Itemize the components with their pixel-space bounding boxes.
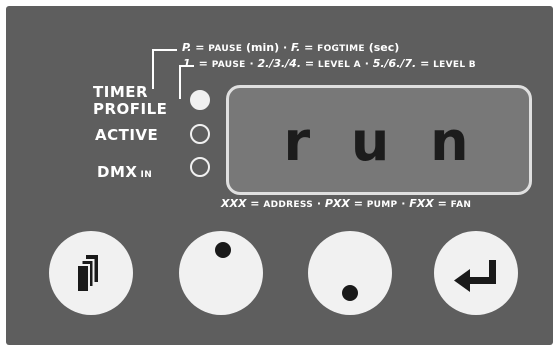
segment-display: r u n (226, 85, 532, 195)
knob-down-button[interactable] (179, 231, 263, 315)
dmx-in-led (190, 157, 210, 177)
display-readout: r u n (283, 110, 475, 173)
timer-label: TIMER (93, 83, 149, 101)
dmx-label: DMX IN (97, 163, 153, 181)
menu-button[interactable] (49, 231, 133, 315)
profile-led (190, 90, 210, 110)
knob-dot-lower-right-icon (342, 285, 358, 301)
enter-button[interactable] (434, 231, 518, 315)
stacked-pages-icon (76, 255, 98, 293)
legend-bracket-mid-vertical (179, 65, 181, 99)
legend-profile: 1. = PAUSE · 2./3./4. = LEVEL A · 5./6./… (183, 57, 476, 70)
knob-dot-upper-left-icon (215, 242, 231, 258)
active-label: ACTIVE (95, 126, 159, 144)
legend-bracket-top-vertical (152, 49, 154, 89)
profile-label: PROFILE (93, 100, 168, 118)
legend-bracket-top-horizontal (153, 49, 177, 51)
control-panel: P. = PAUSE (min) · F. = FOGTIME (sec) 1.… (6, 6, 553, 345)
legend-display-codes: XXX = ADDRESS · PXX = PUMP · FXX = FAN (221, 197, 472, 210)
knob-up-button[interactable] (308, 231, 392, 315)
active-led (190, 124, 210, 144)
dmx-in-sub-label: IN (140, 170, 153, 180)
legend-timer: P. = PAUSE (min) · F. = FOGTIME (sec) (182, 41, 400, 54)
enter-arrow-icon (454, 260, 496, 292)
